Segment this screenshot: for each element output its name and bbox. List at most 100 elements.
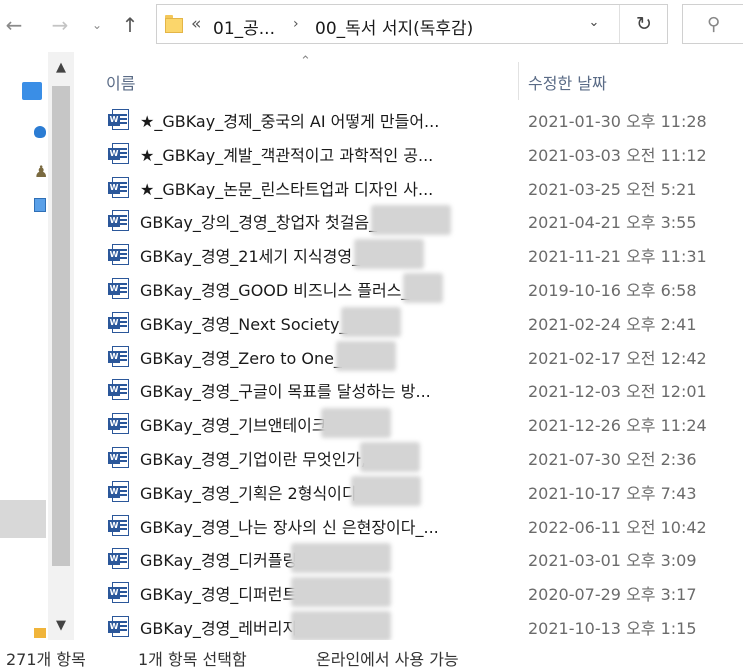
address-dropdown-icon[interactable]: ⌄ <box>583 15 605 30</box>
address-bar[interactable]: « 01_공... › 00_독서 서지(독후감) ⌄ ↻ <box>156 4 668 44</box>
file-name[interactable]: GBKay_경영_GOOD 비즈니스 플러스_ <box>140 277 512 301</box>
word-document-icon: W <box>108 311 130 333</box>
file-name[interactable]: GBKay_경영_Zero to One_ <box>140 345 512 369</box>
redacted-region <box>291 543 392 574</box>
file-date-modified: 2021-11-21 오후 11:31 <box>528 247 707 267</box>
item-count: 271개 항목 <box>6 650 86 669</box>
file-row[interactable]: W GBKay_경영_기업이란 무엇인가, 2021-07-30 오전 2:36 <box>78 440 743 474</box>
breadcrumb-parent[interactable]: 01_공... <box>213 14 275 39</box>
file-name[interactable]: GBKay_강의_경영_창업자 첫걸음_ <box>140 209 512 233</box>
navpane-scrollbar[interactable]: ▲ ▼ <box>48 52 74 640</box>
redacted-region <box>341 306 402 337</box>
file-date-modified: 2021-10-13 오후 1:15 <box>528 618 697 638</box>
sort-ascending-icon: ⌃ <box>300 54 311 69</box>
redacted-region <box>354 239 425 270</box>
file-date-modified: 2021-03-01 오후 3:09 <box>528 551 697 571</box>
file-date-modified: 2021-02-24 오후 2:41 <box>528 314 697 334</box>
file-name[interactable]: GBKay_경영_Next Society_ <box>140 311 512 335</box>
status-bar: 271개 항목 1개 항목 선택함 온라인에서 사용 가능 <box>0 640 743 669</box>
file-row[interactable]: W GBKay_경영_기브앤테이크 2021-12-26 오후 11:24 <box>78 406 743 440</box>
file-name[interactable]: GBKay_경영_기획은 2형식이디 <box>140 480 512 504</box>
column-header-name[interactable]: 이름 <box>106 70 135 94</box>
navigation-bar: ← → ⌄ ↑ « 01_공... › 00_독서 서지(독후감) ⌄ ↻ ⚲ <box>0 0 743 52</box>
file-date-modified: 2021-12-26 오후 11:24 <box>528 416 707 436</box>
redacted-region <box>320 408 391 439</box>
breadcrumb-separator-icon[interactable]: › <box>293 16 299 32</box>
breadcrumb-overflow[interactable]: « <box>191 14 201 34</box>
file-name[interactable]: GBKay_경영_21세기 지식경영_ <box>140 243 512 267</box>
word-document-icon: W <box>108 210 130 232</box>
file-row[interactable]: W GBKay_경영_나는 장사의 신 은현장이다_... 2022-06-11 오… <box>78 508 743 542</box>
file-name[interactable]: ★_GBKay_논문_린스타트업과 디자인 사... <box>140 176 512 200</box>
file-row[interactable]: W ★_GBKay_계발_객관적이고 과학적인 공... 2021-03-03 오전… <box>78 136 743 170</box>
folder-icon[interactable] <box>34 628 46 638</box>
file-row[interactable]: W GBKay_경영_기획은 2형식이디 2021-10-17 오후 7:43 <box>78 474 743 508</box>
word-document-icon: W <box>108 109 130 130</box>
redacted-region <box>371 205 452 236</box>
file-name[interactable]: GBKay_경영_기업이란 무엇인가, <box>140 446 512 470</box>
word-document-icon: W <box>108 379 130 401</box>
redacted-region <box>291 610 392 641</box>
file-date-modified: 2021-07-30 오전 2:36 <box>528 449 697 469</box>
file-row[interactable]: W ★_GBKay_논문_린스타트업과 디자인 사... 2021-03-25 오전… <box>78 170 743 204</box>
column-header-date-modified[interactable]: 수정한 날짜 <box>528 70 607 94</box>
file-row[interactable]: W GBKay_경영_디퍼런트 2020-07-29 오후 3:17 <box>78 575 743 609</box>
word-document-icon: W <box>108 548 130 570</box>
file-row[interactable]: W GBKay_경영_디커플링 2021-03-01 오후 3:09 <box>78 541 743 575</box>
navpane-selected-item[interactable] <box>0 500 46 538</box>
column-header-row: 이름 ⌃ 수정한 날짜 <box>78 52 743 104</box>
recent-locations-button[interactable]: ⌄ <box>88 12 106 38</box>
file-row[interactable]: W ★_GBKay_경제_중국의 AI 어떻게 만들어... 2021-01-30 … <box>78 102 743 136</box>
word-document-icon: W <box>108 582 130 604</box>
file-date-modified: 2021-10-17 오후 7:43 <box>528 483 697 503</box>
desktop-icon[interactable] <box>22 82 42 100</box>
user-folder-icon[interactable]: ♟ <box>34 162 48 182</box>
up-button[interactable]: ↑ <box>118 12 142 38</box>
word-document-icon: W <box>108 277 130 299</box>
scroll-down-icon[interactable]: ▼ <box>48 618 74 633</box>
navigation-pane: ♟ ▲ ▼ <box>0 52 78 640</box>
this-pc-icon[interactable] <box>34 198 46 212</box>
file-name[interactable]: GBKay_경영_구글이 목표를 달성하는 방... <box>140 378 512 402</box>
word-document-icon: W <box>108 615 130 637</box>
chevron-down-icon: ⌄ <box>91 18 103 32</box>
redacted-region <box>335 340 396 371</box>
file-row[interactable]: W GBKay_경영_GOOD 비즈니스 플러스_ 2019-10-16 오후 6:… <box>78 271 743 305</box>
redacted-region <box>291 577 392 608</box>
refresh-button[interactable]: ↻ <box>619 5 668 43</box>
file-row[interactable]: W GBKay_경영_구글이 목표를 달성하는 방... 2021-12-03 오전… <box>78 372 743 406</box>
column-divider[interactable] <box>518 62 519 100</box>
search-icon: ⚲ <box>707 14 721 35</box>
file-name[interactable]: ★_GBKay_경제_중국의 AI 어떻게 만들어... <box>140 108 512 132</box>
file-date-modified: 2020-07-29 오후 3:17 <box>528 585 697 605</box>
search-box[interactable]: ⚲ <box>682 4 743 44</box>
file-row[interactable]: W GBKay_강의_경영_창업자 첫걸음_ 2021-04-21 오후 3:55 <box>78 203 743 237</box>
word-document-icon: W <box>108 244 130 266</box>
file-date-modified: 2022-06-11 오전 10:42 <box>528 517 707 537</box>
file-row[interactable]: W GBKay_경영_Zero to One_ 2021-02-17 오전 12:4… <box>78 339 743 373</box>
forward-arrow-icon: → <box>51 13 69 37</box>
onedrive-icon[interactable] <box>34 126 46 138</box>
redacted-region <box>360 441 421 472</box>
scrollbar-thumb[interactable] <box>52 86 70 566</box>
breadcrumb-current[interactable]: 00_독서 서지(독후감) <box>315 14 473 39</box>
scroll-up-icon[interactable]: ▲ <box>48 60 74 75</box>
file-row[interactable]: W GBKay_경영_Next Society_ 2021-02-24 오후 2:4… <box>78 305 743 339</box>
file-row[interactable]: W GBKay_경영_레버리지 2021-10-13 오후 1:15 <box>78 609 743 643</box>
file-date-modified: 2021-04-21 오후 3:55 <box>528 213 697 233</box>
selection-count: 1개 항목 선택함 <box>138 650 247 669</box>
redacted-region <box>403 272 444 303</box>
up-arrow-icon: ↑ <box>121 13 139 37</box>
word-document-icon: W <box>108 176 130 198</box>
file-row[interactable]: W GBKay_경영_21세기 지식경영_ 2021-11-21 오후 11:31 <box>78 237 743 271</box>
file-name[interactable]: GBKay_경영_나는 장사의 신 은현장이다_... <box>140 514 512 538</box>
back-arrow-icon: ← <box>5 13 23 37</box>
word-document-icon: W <box>108 514 130 536</box>
forward-button[interactable]: → <box>48 12 72 38</box>
availability-status: 온라인에서 사용 가능 <box>316 650 459 669</box>
back-button[interactable]: ← <box>2 12 26 38</box>
file-name[interactable]: ★_GBKay_계발_객관적이고 과학적인 공... <box>140 142 512 166</box>
file-list: W ★_GBKay_경제_중국의 AI 어떻게 만들어... 2021-01-30 … <box>78 102 743 643</box>
word-document-icon: W <box>108 413 130 435</box>
file-date-modified: 2021-03-03 오전 11:12 <box>528 145 707 165</box>
